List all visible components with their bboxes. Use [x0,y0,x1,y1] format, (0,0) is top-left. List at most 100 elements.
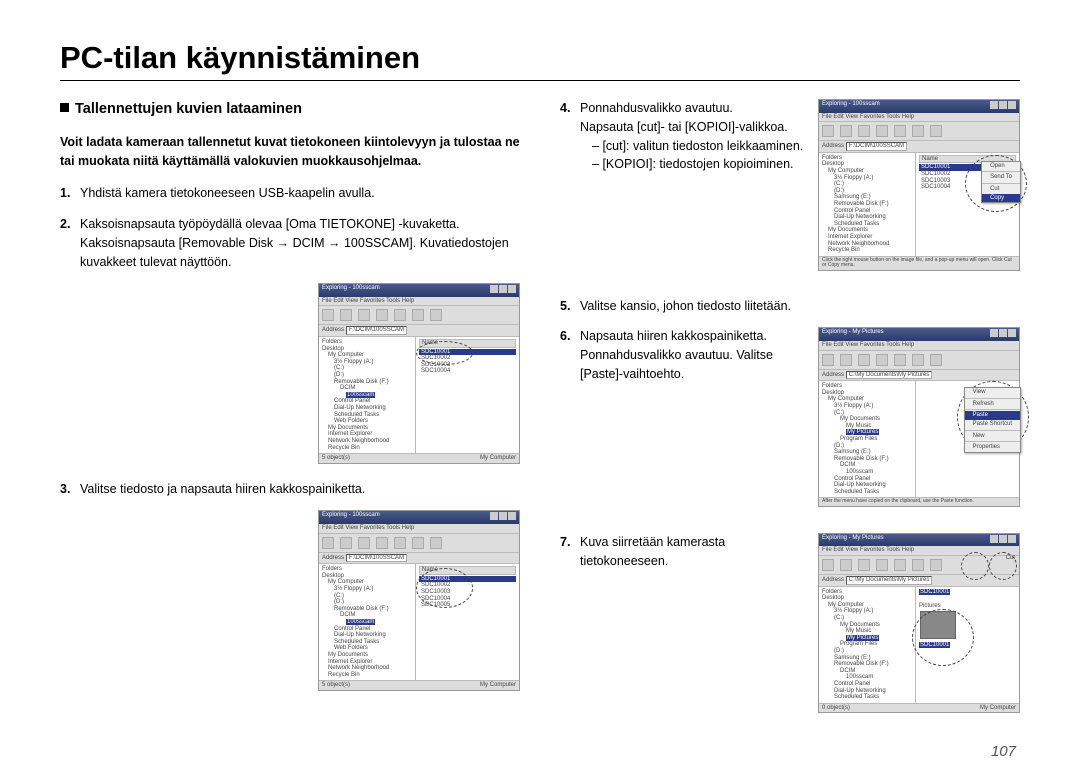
tree-item: 100sscam [822,674,912,681]
window-titlebar: Exploring - 100sscam [819,100,1019,113]
tree-item: Recycle Bin [322,672,412,679]
tree-item: (D:) [822,443,912,450]
tree-item: 3½ Floppy (A:) [322,586,412,593]
status-bar: 5 object(s)My Computer [319,453,519,463]
tree-item: 3½ Floppy (A:) [322,359,412,366]
tree-item: DCIM [822,462,912,469]
tree-item: My Computer [822,168,912,175]
address-label: Address [822,372,844,378]
folder-tree: Folders Desktop My Computer 3½ Floppy (A… [319,564,416,680]
tree-item: My Documents [822,416,912,423]
status-left: 5 object(s) [322,682,350,689]
tree-item: Dial-Up Networking [322,405,412,412]
step-2: 2. Kaksoisnapsauta työpöydällä olevaa [O… [60,215,520,271]
tree-item: Internet Explorer [822,234,912,241]
page-number: 107 [60,743,1020,760]
tree-item: Removable Disk (F:) [822,201,912,208]
tree-item-selected: 100sscam [322,619,412,626]
window-title: Exploring - 100sscam [322,512,380,523]
menu-item-selected: Paste [965,411,1020,420]
window-title: Exploring - My Pictures [822,535,884,546]
step-number: 7. [560,533,580,571]
tree-item: Network Neighborhood [322,665,412,672]
tree-item: Samsung (E:) [822,194,912,201]
tree-item: Control Panel [322,626,412,633]
step-6: 6. Napsauta hiiren kakkospainiketta. Pon… [560,327,804,383]
tree-header: Folders [322,566,412,573]
step-text: Yhdistä kamera tietokoneeseen USB-kaapel… [80,184,520,203]
tree-item: Recycle Bin [822,247,912,254]
status-bar: 0 object(s)My Computer [819,703,1019,713]
file-row: SDC10002 [419,582,516,589]
address-bar: Address F:\DCIM\100SSCAM [819,141,1019,153]
right-column: 4. Ponnahdusvalikko avautuu. Napsauta [c… [560,99,1020,739]
tree-item: Removable Disk (F:) [322,606,412,613]
tree-item: Samsung (E:) [822,449,912,456]
tree-item: Scheduled Tasks [322,639,412,646]
step-5: 5. Valitse kansio, johon tiedosto liitet… [560,297,1020,316]
tree-item-selected: My Pictures [822,429,912,436]
file-row: SDC10002 [419,355,516,362]
tree-item: (D:) [322,599,412,606]
tree-item: My Computer [322,352,412,359]
step-line: Napsauta [cut]- tai [KOPIOI]-valikkoa. [580,120,788,134]
tree-item: (C:) [822,615,912,622]
tree-item: My Music [822,423,912,430]
column-header: Name [419,339,516,348]
tree-item: Recycle Bin [322,445,412,452]
explorer-screenshot-e: Exploring - My Pictures File Edit View F… [818,533,1020,713]
status-hint: After the menu have copied on the clipbo… [819,497,1019,506]
file-row: SDC10001 [419,576,516,583]
window-controls [489,285,516,296]
menu-item: Refresh [965,400,1020,409]
step-6-block: 6. Napsauta hiiren kakkospainiketta. Pon… [560,327,1020,522]
file-row: SDC10004 [419,368,516,375]
file-list: Name SDC10001 SDC10002 SDC10003 SDC10004… [916,153,1019,256]
address-field: C:\My Documents\My Pictures [846,371,933,380]
tree-item: (D:) [822,648,912,655]
tree-item: Desktop [322,573,412,580]
tree-item: Scheduled Tasks [822,221,912,228]
address-bar: Address F:\DCIM\100SSCAM [319,553,519,565]
explorer-body: Folders Desktop My Computer 3½ Floppy (A… [819,381,1019,497]
step-text: Napsauta hiiren kakkospainiketta. Ponnah… [580,327,804,383]
tree-header: Folders [822,589,912,596]
tree-item: Program Files [822,641,912,648]
step-text: Ponnahdusvalikko avautuu. Napsauta [cut]… [580,99,804,174]
content-pane: View Refresh Paste Paste Shortcut New Pr… [916,381,1019,497]
columns: Tallennettujen kuvien lataaminen Voit la… [60,99,1020,739]
tree-item: Removable Disk (F:) [822,661,912,668]
address-bar: Address F:\DCIM\100SSCAM [319,325,519,337]
menu-item: Properties [965,443,1020,452]
address-field: F:\DCIM\100SSCAM [346,326,407,335]
step-number: 6. [560,327,580,383]
step-text: Kaksoisnapsauta työpöydällä olevaa [Oma … [80,215,520,271]
address-label: Address [322,555,344,561]
status-left: 0 object(s) [822,705,850,712]
tree-item: DCIM [322,385,412,392]
tree-item: (C:) [822,181,912,188]
file-row-selected: SDC10001 [919,589,1016,596]
thumbnail-icon [920,611,956,639]
tree-item: DCIM [322,612,412,619]
window-titlebar: Exploring - My Pictures [819,534,1019,547]
toolbar [319,534,519,553]
sub-item: [cut]: valitun tiedoston leikkaaminen. [592,137,804,156]
step-1: 1. Yhdistä kamera tietokoneeseen USB-kaa… [60,184,520,203]
tree-item: Program Files [822,436,912,443]
step-text: Valitse tiedosto ja napsauta hiiren kakk… [80,480,520,499]
step-text: Kuva siirretään kamerasta tietokoneeseen… [580,533,804,571]
tree-item: (D:) [322,372,412,379]
file-row-selected: SDC10001 [919,642,1016,649]
tree-item: Internet Explorer [322,659,412,666]
tree-item: DCIM [822,668,912,675]
explorer-screenshot-d: Exploring - My Pictures File Edit View F… [818,327,1020,506]
tree-item: Dial-Up Networking [322,632,412,639]
window-controls [989,535,1016,546]
context-menu: View Refresh Paste Paste Shortcut New Pr… [964,387,1021,453]
step-number: 3. [60,480,80,499]
step-7: 7. Kuva siirretään kamerasta tietokonees… [560,533,804,571]
explorer-body: Folders Desktop My Computer 3½ Floppy (A… [819,587,1019,703]
window-controls [489,512,516,523]
menu-bar: File Edit View Favorites Tools Help [819,113,1019,123]
